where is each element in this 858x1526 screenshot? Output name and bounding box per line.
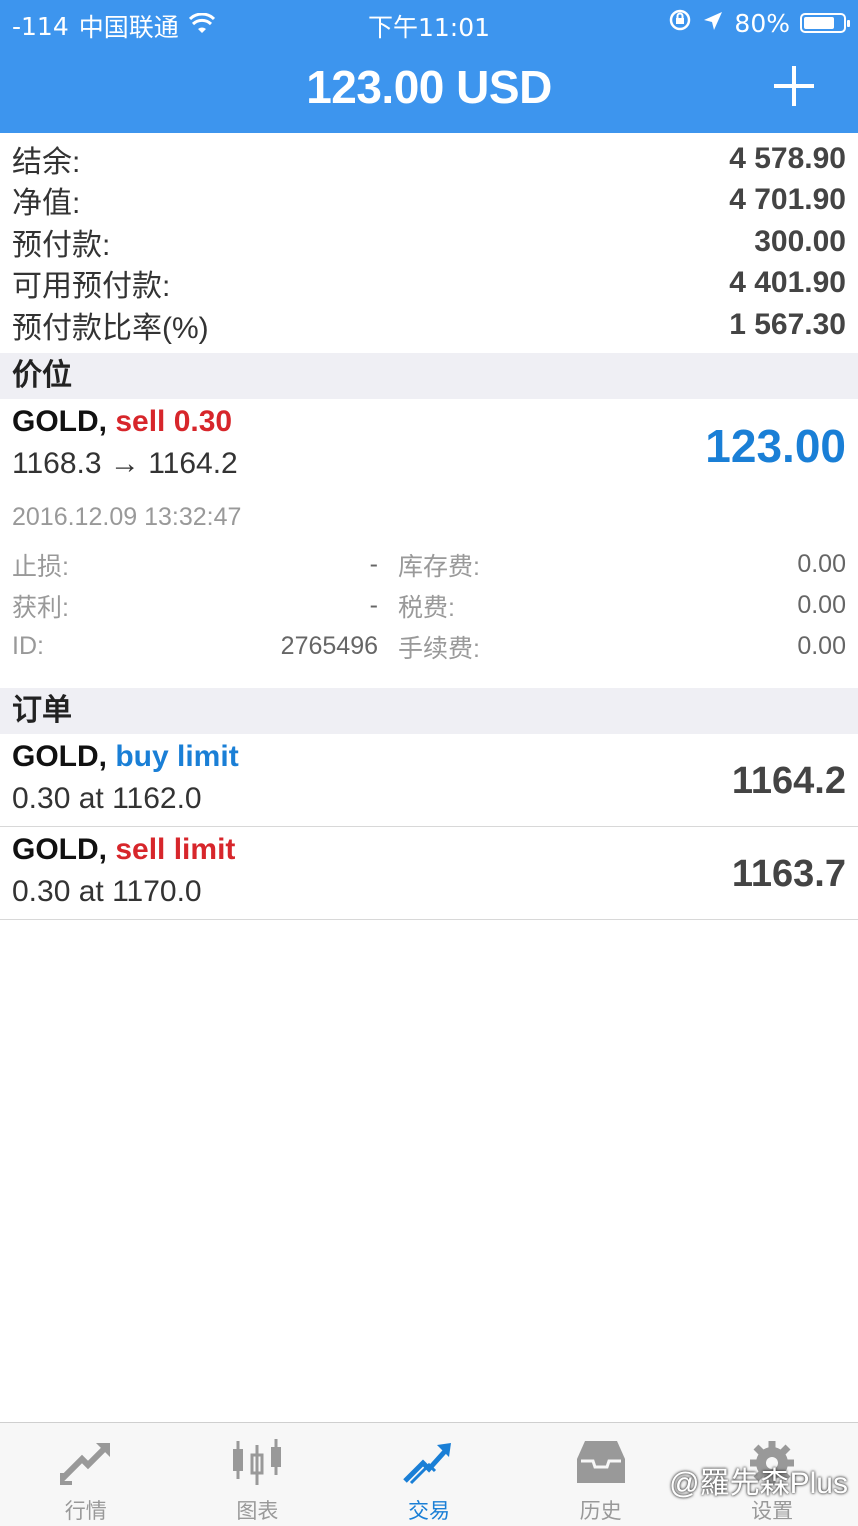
- summary-row: 结余: 4 578.90: [0, 138, 858, 180]
- battery-icon: [800, 13, 850, 33]
- summary-row: 预付款比率(%) 1 567.30: [0, 304, 858, 346]
- position-details: 止损: - 库存费: 0.00 获利: - 税费: 0.00 ID: 2765496 手续费: 0.0…: [12, 544, 846, 667]
- summary-value: 4 401.90: [729, 266, 846, 300]
- status-right: 80%: [668, 8, 850, 38]
- position-item[interactable]: GOLD, sell 0.30 1168.3 → 1164.2 123.00 2…: [0, 399, 858, 687]
- detail-label: ID:: [12, 632, 44, 660]
- order-volume-price: 0.30 at 1170.0: [12, 875, 202, 908]
- account-summary: 结余: 4 578.90 净值: 4 701.90 预付款: 300.00 可用预付款: 4 …: [0, 138, 858, 346]
- tab-history[interactable]: 历史: [515, 1423, 687, 1526]
- positions-section-header: 价位: [0, 353, 858, 399]
- order-row[interactable]: GOLD, buy limit 0.30 at 1162.0 1164.2: [0, 734, 858, 827]
- position-profit: 123.00: [705, 420, 846, 472]
- order-volume-price: 0.30 at 1162.0: [12, 782, 202, 815]
- summary-label: 预付款比率(%): [12, 311, 209, 345]
- orders-section-header: 订单: [0, 688, 858, 734]
- detail-value: -: [369, 591, 378, 619]
- position-title: GOLD, sell 0.30: [12, 405, 232, 439]
- summary-value: 1 567.30: [729, 307, 846, 341]
- detail-value: 0.00: [797, 550, 846, 578]
- position-prices: 1168.3 → 1164.2: [12, 447, 238, 480]
- top-bar: -114 中国联通 下午11:01 80% 123.00 USD: [0, 0, 858, 133]
- detail-value: 0.00: [797, 632, 846, 660]
- detail-value: 2765496: [280, 632, 378, 660]
- summary-value: 300.00: [754, 224, 846, 258]
- tab-trade[interactable]: 交易: [343, 1423, 515, 1526]
- tab-quotes[interactable]: 行情: [0, 1423, 172, 1526]
- summary-label: 可用预付款:: [12, 270, 171, 304]
- order-current-price: 1163.7: [731, 853, 846, 895]
- position-open-time: 2016.12.09 13:32:47: [12, 503, 242, 531]
- summary-row: 预付款: 300.00: [0, 221, 858, 263]
- order-current-price: 1164.2: [731, 760, 846, 802]
- watermark: @羅先森Plus: [669, 1467, 848, 1500]
- page-title: 123.00 USD: [306, 61, 552, 113]
- quotes-icon: [56, 1435, 116, 1491]
- summary-row: 净值: 4 701.90: [0, 180, 858, 222]
- order-type: sell limit: [115, 833, 236, 866]
- detail-value: -: [369, 550, 378, 578]
- tab-label: 图表: [236, 1499, 279, 1523]
- battery-percent: 80%: [734, 8, 790, 38]
- detail-label: 手续费:: [398, 634, 480, 663]
- location-arrow-icon: [702, 9, 724, 38]
- position-action: sell 0.30: [115, 405, 233, 438]
- order-title: GOLD, sell limit: [12, 833, 235, 867]
- detail-label: 获利:: [12, 593, 69, 622]
- summary-value: 4 701.90: [729, 183, 846, 217]
- order-title: GOLD, buy limit: [12, 740, 239, 774]
- position-symbol: GOLD,: [12, 405, 107, 438]
- tab-charts[interactable]: 图表: [172, 1423, 344, 1526]
- tab-label: 历史: [579, 1499, 622, 1523]
- summary-label: 结余:: [12, 145, 81, 179]
- order-symbol: GOLD,: [12, 740, 107, 773]
- summary-row: 可用预付款: 4 401.90: [0, 263, 858, 305]
- detail-label: 库存费:: [398, 552, 480, 581]
- history-inbox-icon: [571, 1435, 631, 1491]
- add-order-button[interactable]: [770, 62, 818, 110]
- rotation-lock-icon: [668, 8, 692, 38]
- detail-row: 获利: - 税费: 0.00: [12, 585, 846, 626]
- summary-label: 净值:: [12, 187, 81, 221]
- detail-label: 税费:: [398, 593, 455, 622]
- tab-label: 行情: [64, 1499, 107, 1523]
- order-row[interactable]: GOLD, sell limit 0.30 at 1170.0 1163.7: [0, 827, 858, 920]
- summary-label: 预付款:: [12, 228, 111, 262]
- detail-row: ID: 2765496 手续费: 0.00: [12, 626, 846, 667]
- detail-row: 止损: - 库存费: 0.00: [12, 544, 846, 585]
- order-type: buy limit: [115, 740, 239, 773]
- detail-value: 0.00: [797, 591, 846, 619]
- trade-icon: [399, 1435, 459, 1491]
- detail-label: 止损:: [12, 552, 69, 581]
- tab-label: 交易: [407, 1499, 450, 1523]
- summary-value: 4 578.90: [729, 141, 846, 175]
- order-symbol: GOLD,: [12, 833, 107, 866]
- chart-candles-icon: [227, 1435, 287, 1491]
